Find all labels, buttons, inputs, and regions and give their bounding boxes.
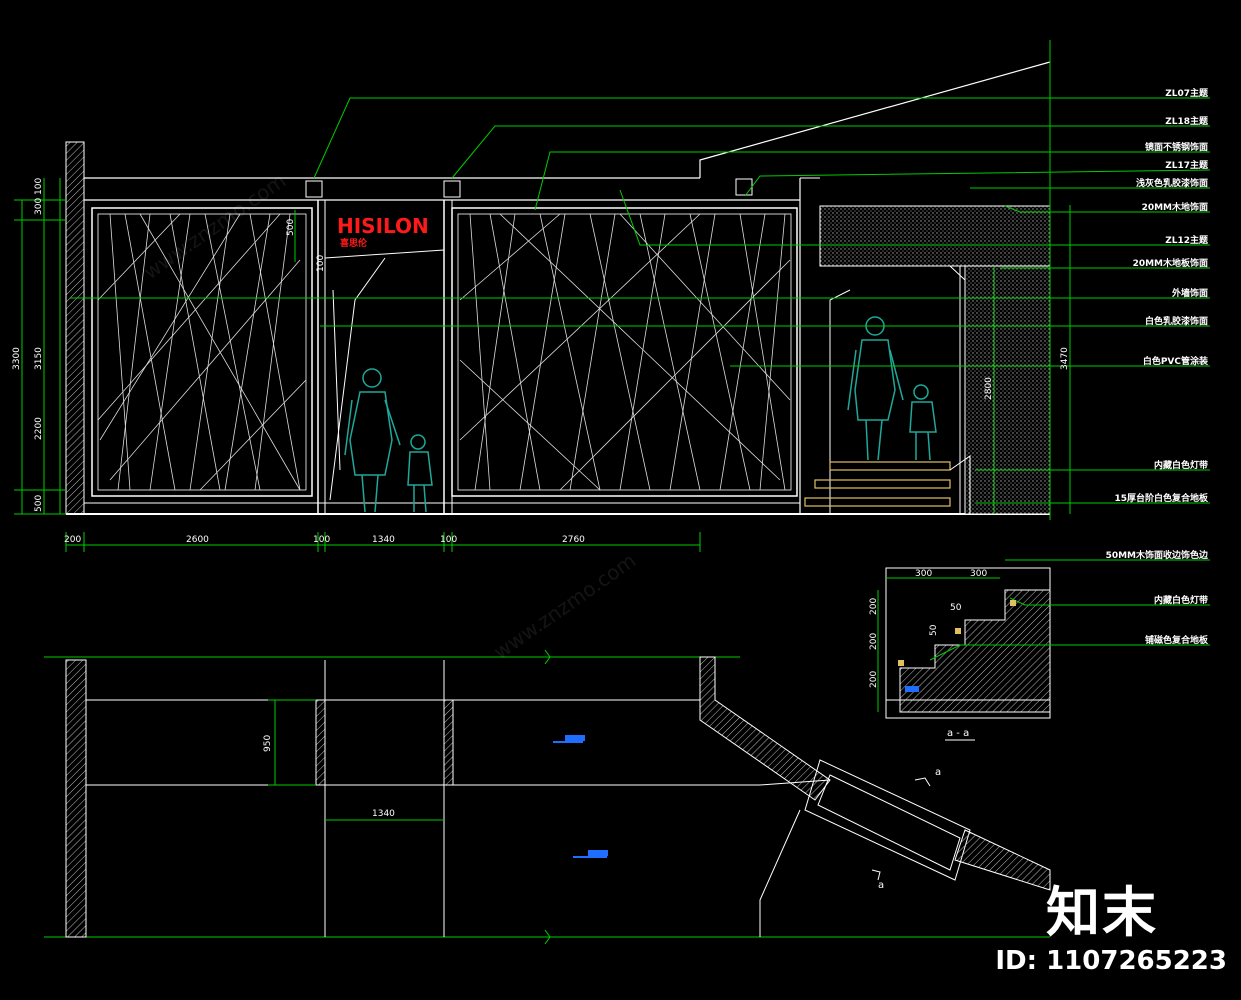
dim-v-6: 500 <box>286 219 296 236</box>
note-3: 镜面不锈钢饰面 <box>1145 141 1208 153</box>
left-wall <box>65 141 85 515</box>
dim-v-3: 300 <box>34 198 44 215</box>
section-dim-50b: 50 <box>929 624 939 636</box>
plan-dim-1340: 1340 <box>372 809 395 819</box>
note-7: ZL12主题 <box>1165 234 1209 246</box>
elevation-drawing: HISILON 喜思伦 ZL07主题 ZL18主题 镜面不锈钢饰面 ZL17主题… <box>12 40 1211 945</box>
section-dim-300b: 300 <box>970 569 987 579</box>
right-panel-stripes <box>459 213 791 491</box>
canopy <box>819 205 1051 267</box>
note-2: ZL18主题 <box>1165 115 1209 127</box>
note-6: 20MM木地饰面 <box>1142 201 1208 213</box>
hisilon-logo: HISILON 喜思伦 <box>337 214 429 249</box>
watermark-url-1: www.znzmo.com <box>139 168 290 284</box>
note-12: 内藏白色灯带 <box>1154 459 1208 471</box>
section-note-1: 50MM木饰面收边饰色边 <box>1106 549 1209 561</box>
watermark-id: ID: 1107265223 <box>995 946 1227 976</box>
material-notes: ZL07主题 ZL18主题 镜面不锈钢饰面 ZL17主题 浅灰色乳胶漆饰面 20… <box>1114 87 1209 504</box>
note-10: 白色乳胶漆饰面 <box>1145 315 1208 327</box>
note-4: ZL17主题 <box>1165 159 1209 171</box>
dim-v-5: 3150 <box>34 347 44 370</box>
plan-left-wall <box>65 659 87 938</box>
section-dim-200a: 200 <box>869 598 879 615</box>
logo-subtext: 喜思伦 <box>340 237 368 249</box>
people-figures-stairs <box>847 316 937 461</box>
left-glass-panel <box>91 207 313 497</box>
section-mark-top: a <box>935 767 941 778</box>
dim-v-8: 100 <box>316 255 326 272</box>
section-dim-200c: 200 <box>869 671 879 688</box>
dim-h-5: 100 <box>440 535 457 545</box>
dim-h-3: 100 <box>313 535 330 545</box>
cad-drawing-canvas: HISILON 喜思伦 ZL07主题 ZL18主题 镜面不锈钢饰面 ZL17主题… <box>0 0 1241 1000</box>
watermark-url-2: www.znzmo.com <box>489 548 640 664</box>
dim-h-4: 1340 <box>372 535 395 545</box>
section-title: a - a <box>947 728 969 739</box>
dim-right-3470: 3470 <box>1060 347 1070 370</box>
dim-v-4: 3300 <box>12 347 22 370</box>
note-13: 15厚台阶白色复合地板 <box>1114 492 1209 504</box>
section-note-3: 铺磁色复合地板 <box>1145 634 1209 646</box>
dim-h-6: 2760 <box>562 535 585 545</box>
note-9: 外墙饰面 <box>1171 287 1208 299</box>
people-figures-door <box>344 368 433 513</box>
plan-view: 950 1340 a a <box>44 649 1051 945</box>
section-mark-bottom: a <box>878 880 884 891</box>
dim-h-1: 200 <box>64 535 81 545</box>
section-dim-300a: 300 <box>915 569 932 579</box>
right-column <box>964 265 1051 515</box>
logo-text: HISILON <box>337 214 429 238</box>
section-dim-200b: 200 <box>869 633 879 650</box>
watermark-logo: 知末 <box>1046 881 1158 944</box>
note-1: ZL07主题 <box>1165 87 1209 99</box>
note-5: 浅灰色乳胶漆饰面 <box>1136 177 1208 189</box>
dim-v-1: 500 <box>34 495 44 512</box>
note-8: 20MM木地板饰面 <box>1133 257 1208 269</box>
section-a-a: 300 300 200 200 200 50 50 a - a 50MM木饰面收… <box>869 549 1210 741</box>
elevation-view: HISILON 喜思伦 ZL07主题 ZL18主题 镜面不锈钢饰面 ZL17主题… <box>12 40 1211 552</box>
dim-right-2800: 2800 <box>984 377 994 400</box>
section-note-2: 内藏白色灯带 <box>1154 594 1208 606</box>
right-glass-panel <box>451 207 798 497</box>
elevation-markers <box>553 735 608 858</box>
left-panel-stripes <box>97 213 307 491</box>
section-dim-50a: 50 <box>950 603 962 613</box>
plan-dim-950: 950 <box>263 735 273 752</box>
dim-v-2: 2200 <box>34 417 44 440</box>
dim-h-2: 2600 <box>186 535 209 545</box>
dim-v-7: 100 <box>34 178 44 195</box>
note-11: 白色PVC管涂装 <box>1143 355 1209 367</box>
